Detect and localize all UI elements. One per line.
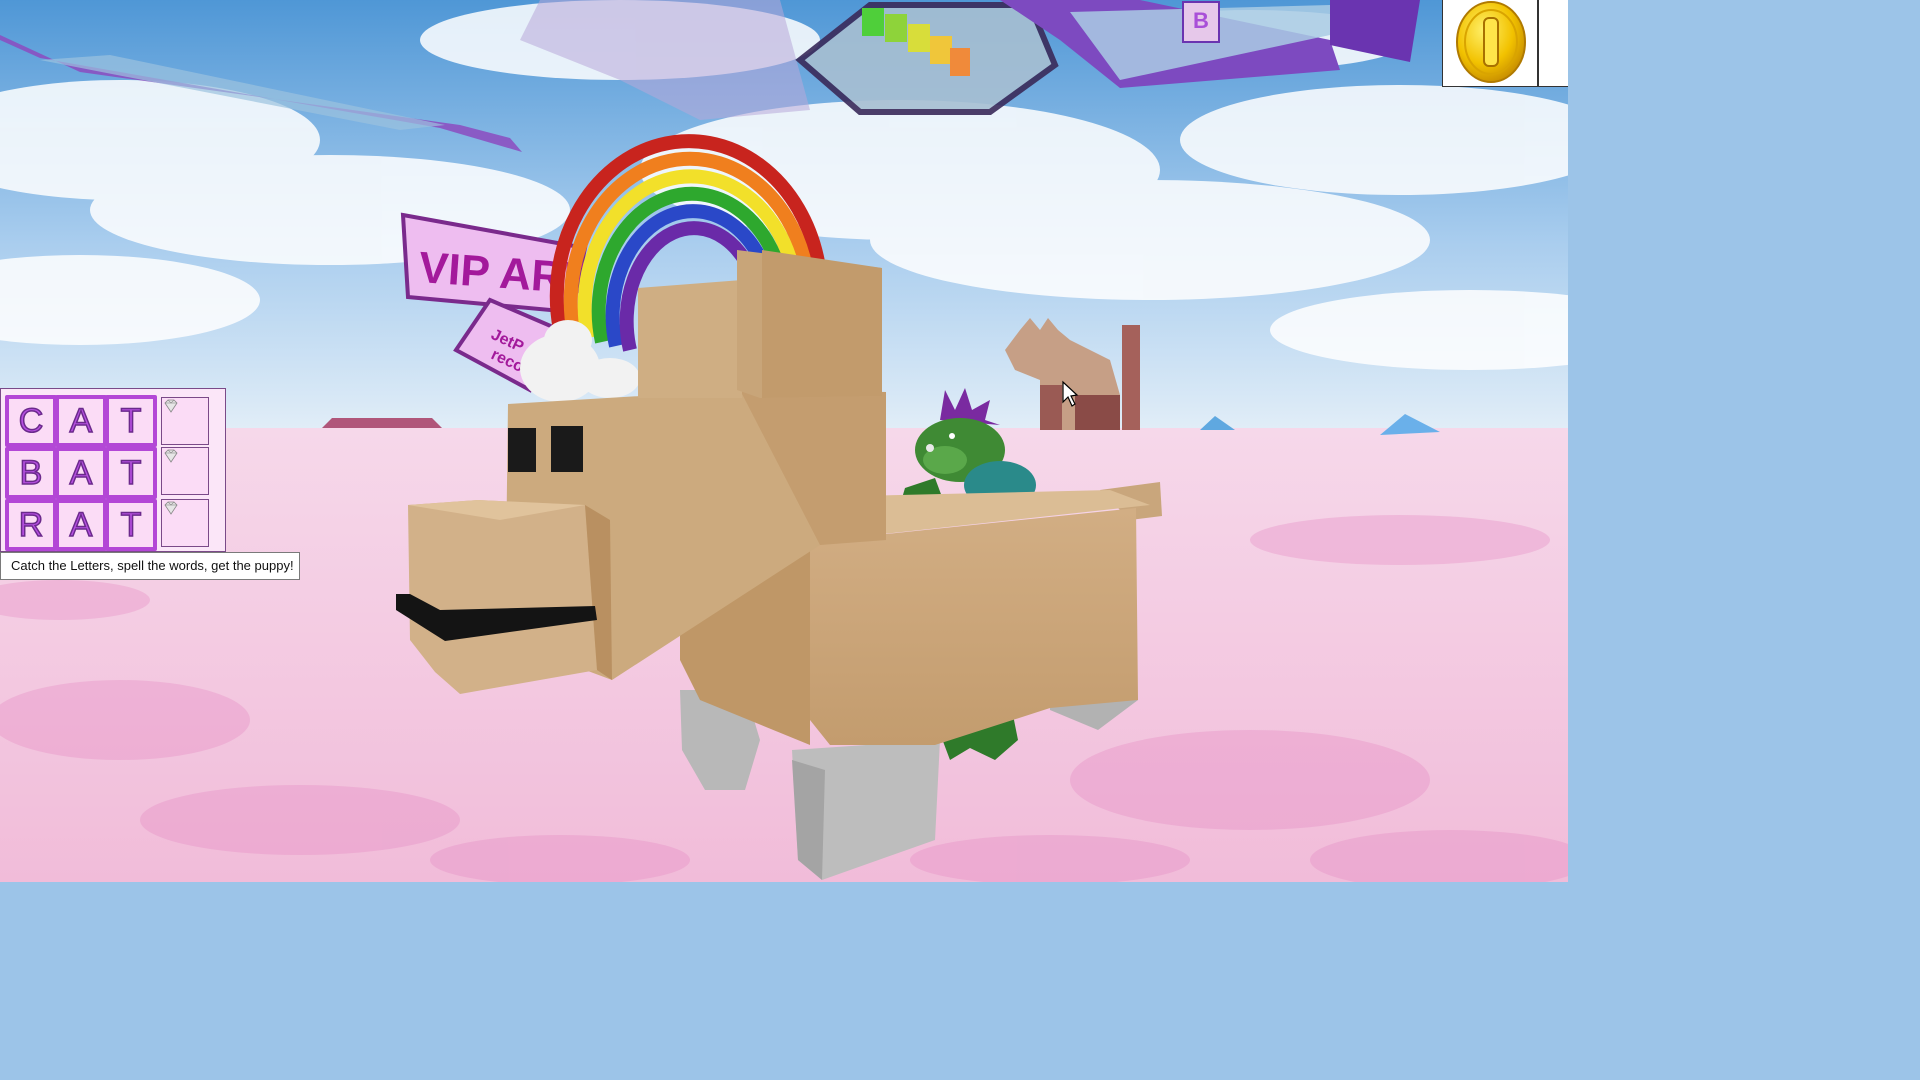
- coin-shop-button[interactable]: [1442, 0, 1538, 87]
- letter-tile: R: [5, 499, 57, 551]
- hint-text: Catch the Letters, spell the words, get …: [0, 552, 300, 580]
- letter-tile: T: [105, 447, 157, 499]
- distant-platform: [322, 418, 442, 428]
- gem-icon: [164, 501, 178, 515]
- letter-tile: T: [105, 499, 157, 551]
- letter-tile: B: [5, 447, 57, 499]
- svg-text:B: B: [1193, 8, 1209, 33]
- word-tracker-panel: C A T B A T R A T: [0, 388, 226, 552]
- letter-tile: C: [5, 395, 57, 447]
- letter: A: [69, 454, 93, 492]
- letter-tile: A: [55, 499, 107, 551]
- hud-corner-panel: [1538, 0, 1568, 87]
- letter: A: [69, 402, 93, 440]
- letter: C: [18, 402, 44, 440]
- reward-slot: [161, 447, 209, 495]
- letter: B: [19, 454, 43, 492]
- letter-tile: A: [55, 395, 107, 447]
- letter-tile: A: [55, 447, 107, 499]
- reward-slot: [161, 397, 209, 445]
- letter: T: [120, 454, 142, 492]
- letter: R: [18, 506, 44, 544]
- letter-tile: T: [105, 395, 157, 447]
- letter: T: [120, 506, 142, 544]
- letter: A: [69, 506, 93, 544]
- floating-letter-block: B: [1182, 1, 1220, 43]
- gold-coin-icon: [1456, 1, 1526, 83]
- gem-icon: [164, 449, 178, 463]
- game-viewport[interactable]: B VIP ARE JetP recor: [0, 0, 1568, 882]
- gem-icon: [164, 399, 178, 413]
- reward-slot: [161, 499, 209, 547]
- letter: T: [120, 402, 142, 440]
